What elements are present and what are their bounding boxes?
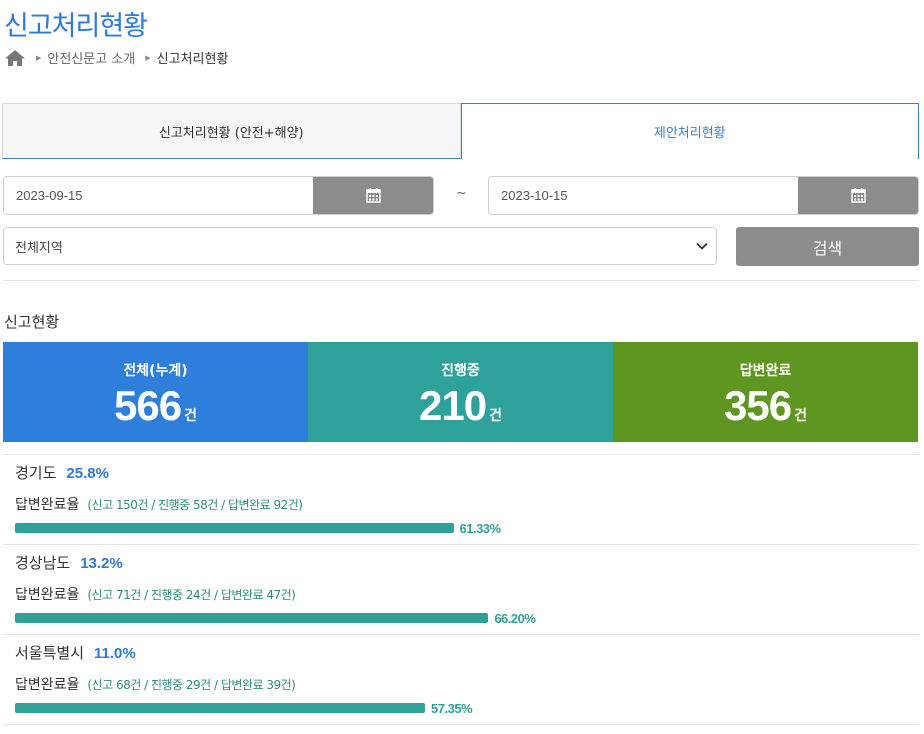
stat-value: 210 bbox=[419, 382, 487, 429]
rate-detail: (신고 150건 / 진행중 58건 / 답변완료 92건) bbox=[87, 498, 303, 512]
rate-bar bbox=[15, 703, 426, 713]
stat-card-total: 전체(누계) 566 건 bbox=[3, 342, 308, 442]
region-share: 13.2% bbox=[80, 555, 123, 572]
region-name: 경상남도 bbox=[15, 554, 71, 572]
rate-label: 답변완료율 bbox=[15, 497, 80, 513]
stat-unit: 건 bbox=[489, 408, 502, 424]
region-row: 서울특별시 11.0% 답변완료율 (신고 68건 / 진행중 29건 / 답변… bbox=[3, 635, 919, 725]
rate-bar bbox=[15, 523, 454, 533]
date-range-separator: ~ bbox=[456, 186, 467, 201]
stat-unit: 건 bbox=[794, 408, 807, 424]
region-share: 11.0% bbox=[94, 645, 136, 662]
stat-card-in-progress: 진행중 210 건 bbox=[308, 342, 613, 442]
breadcrumb-item-current: 신고처리현황 bbox=[156, 52, 229, 67]
rate-detail: (신고 71건 / 진행중 24건 / 답변완료 47건) bbox=[87, 588, 296, 602]
tab-bar: 신고처리현황 (안전+해양) 제안처리현황 bbox=[2, 103, 919, 159]
region-row: 경기도 25.8% 답변완료율 (신고 150건 / 진행중 58건 / 답변완… bbox=[3, 455, 919, 545]
stat-label: 답변완료 bbox=[739, 363, 792, 379]
breadcrumb-separator-icon: ▶ bbox=[36, 53, 42, 62]
stat-label: 진행중 bbox=[441, 363, 480, 379]
tab-report-status[interactable]: 신고처리현황 (안전+해양) bbox=[2, 103, 461, 159]
summary-stats: 전체(누계) 566 건 진행중 210 건 답변완료 356 건 bbox=[3, 342, 918, 442]
end-date-calendar-button[interactable] bbox=[798, 177, 918, 214]
search-button[interactable]: 검색 bbox=[736, 227, 919, 266]
region-select-value: 전체지역 bbox=[15, 240, 63, 256]
chevron-down-icon bbox=[696, 242, 708, 250]
end-date-input[interactable] bbox=[489, 177, 798, 214]
rate-label: 답변완료율 bbox=[15, 587, 80, 603]
region-select[interactable]: 전체지역 bbox=[3, 227, 717, 265]
stat-card-answered: 답변완료 356 건 bbox=[613, 342, 918, 442]
stat-value: 356 bbox=[724, 382, 792, 429]
region-name: 경기도 bbox=[15, 464, 57, 482]
rate-bar bbox=[15, 613, 489, 623]
rate-label: 답변완료율 bbox=[15, 677, 80, 693]
breadcrumb-separator-icon: ▶ bbox=[145, 53, 151, 62]
breadcrumb-item-intro[interactable]: 안전신문고 소개 bbox=[47, 48, 135, 67]
rate-percent: 57.35% bbox=[431, 700, 473, 716]
region-name: 서울특별시 bbox=[15, 644, 85, 662]
tab-proposal-status[interactable]: 제안처리현황 bbox=[460, 103, 919, 159]
start-date-calendar-button[interactable] bbox=[313, 177, 433, 214]
rate-percent: 66.20% bbox=[494, 610, 536, 626]
section-title: 신고현황 bbox=[4, 313, 60, 331]
breadcrumb: ▶ 안전신문고 소개 ▶ 신고처리현황 bbox=[4, 48, 228, 67]
start-date-picker bbox=[3, 176, 434, 215]
rate-detail: (신고 68건 / 진행중 29건 / 답변완료 39건) bbox=[87, 678, 296, 692]
stat-value: 566 bbox=[114, 382, 182, 429]
rate-percent: 61.33% bbox=[459, 520, 502, 536]
start-date-input[interactable] bbox=[4, 177, 313, 214]
stat-label: 전체(누계) bbox=[123, 363, 188, 379]
calendar-icon bbox=[850, 188, 866, 203]
calendar-icon bbox=[365, 188, 381, 203]
region-row: 경상남도 13.2% 답변완료율 (신고 71건 / 진행중 24건 / 답변완… bbox=[3, 545, 919, 635]
stat-unit: 건 bbox=[184, 408, 197, 424]
divider bbox=[3, 280, 919, 281]
page-title: 신고처리현황 bbox=[4, 11, 148, 42]
home-icon[interactable] bbox=[4, 49, 26, 67]
region-share: 25.8% bbox=[66, 465, 109, 482]
end-date-picker bbox=[488, 176, 919, 215]
